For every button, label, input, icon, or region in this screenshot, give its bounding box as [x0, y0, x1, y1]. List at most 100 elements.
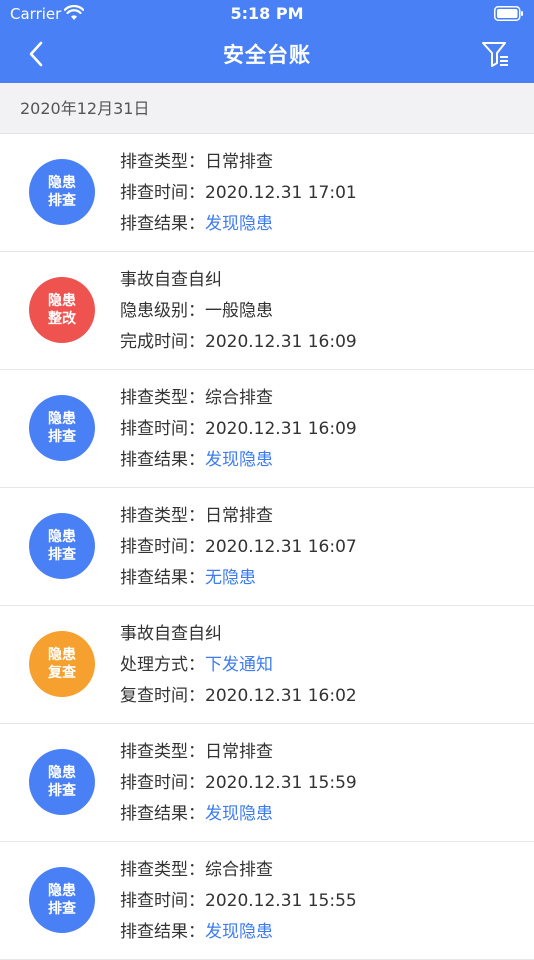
- record-type-badge: 隐患 排查: [29, 395, 95, 461]
- record-details: 事故自查自纠 处理方式：下发通知 复查时间：2020.12.31 16:02: [120, 619, 357, 712]
- list-item[interactable]: 隐患 排查 排查类型：综合排查 排查时间：2020.12.31 16:09 排查结果：发…: [0, 370, 534, 488]
- badge-text: 排查: [48, 901, 76, 917]
- list-item[interactable]: 隐患 排查 排查类型：日常排查 排查时间：2020.12.31 15:59 排查结果：发…: [0, 724, 534, 842]
- field-value: 2020.12.31 16:02: [205, 686, 357, 706]
- badge-text: 隐患: [48, 529, 76, 545]
- field-label: 处理方式：: [120, 655, 205, 675]
- field-label: 排查时间：: [120, 773, 205, 793]
- record-details: 排查类型：综合排查 排查时间：2020.12.31 16:09 排查结果：发现隐患: [120, 383, 357, 476]
- field-label: 排查类型：: [120, 506, 205, 526]
- field-label: 排查类型：: [120, 388, 205, 408]
- badge-text: 隐患: [48, 293, 76, 309]
- field-value: 综合排查: [205, 388, 273, 408]
- record-line: 排查结果：发现隐患: [120, 445, 357, 476]
- field-value: 发现隐患: [205, 214, 273, 234]
- record-details: 排查类型：日常排查 排查时间：2020.12.31 16:07 排查结果：无隐患: [120, 501, 357, 594]
- field-label: 隐患级别：: [120, 301, 205, 321]
- record-line: 排查结果：发现隐患: [120, 917, 357, 948]
- record-details: 排查类型：日常排查 排查时间：2020.12.31 17:01 排查结果：发现隐患: [120, 147, 357, 240]
- battery-icon: [494, 6, 523, 21]
- badge-text: 隐患: [48, 175, 76, 191]
- field-value: 无隐患: [205, 568, 256, 588]
- page-title: 安全台账: [223, 43, 311, 67]
- badge-text: 隐患: [48, 411, 76, 427]
- record-line: 排查结果：发现隐患: [120, 209, 357, 240]
- record-line: 事故自查自纠: [120, 265, 357, 296]
- field-value: 发现隐患: [205, 804, 273, 824]
- record-line: 隐患级别：一般隐患: [120, 296, 357, 327]
- badge-text: 隐患: [48, 883, 76, 899]
- badge-text: 隐患: [48, 765, 76, 781]
- list-item[interactable]: 隐患 整改 事故自查自纠 隐患级别：一般隐患 完成时间：2020.12.31 16:09: [0, 252, 534, 370]
- field-value: 2020.12.31 16:07: [205, 537, 357, 557]
- field-value: 日常排查: [205, 152, 273, 172]
- record-line: 排查时间：2020.12.31 16:09: [120, 414, 357, 445]
- field-label: 排查结果：: [120, 922, 205, 942]
- record-line: 排查结果：无隐患: [120, 563, 357, 594]
- field-label: 排查结果：: [120, 804, 205, 824]
- field-value: 日常排查: [205, 506, 273, 526]
- record-details: 事故自查自纠 隐患级别：一般隐患 完成时间：2020.12.31 16:09: [120, 265, 357, 358]
- field-value: 2020.12.31 16:09: [205, 332, 357, 352]
- record-line: 排查类型：综合排查: [120, 383, 357, 414]
- list-item[interactable]: 隐患 复查 事故自查自纠 处理方式：下发通知 复查时间：2020.12.31 16:02: [0, 606, 534, 724]
- record-type-badge: 隐患 复查: [29, 631, 95, 697]
- field-value: 发现隐患: [205, 450, 273, 470]
- record-type-badge: 隐患 整改: [29, 277, 95, 343]
- field-label: 排查时间：: [120, 891, 205, 911]
- field-value: 综合排查: [205, 860, 273, 880]
- list-item[interactable]: 隐患 排查 排查类型：日常排查 排查时间：2020.12.31 16:07 排查结果：无…: [0, 488, 534, 606]
- field-value: 发现隐患: [205, 922, 273, 942]
- field-value: 下发通知: [205, 655, 273, 675]
- field-value: 日常排查: [205, 742, 273, 762]
- badge-text: 排查: [48, 429, 76, 445]
- record-type-badge: 隐患 排查: [29, 513, 95, 579]
- record-line: 事故自查自纠: [120, 619, 357, 650]
- record-line: 排查类型：日常排查: [120, 147, 357, 178]
- field-value: 事故自查自纠: [120, 624, 222, 644]
- list-item[interactable]: 隐患 排查 排查类型：综合排查 排查时间：2020.12.31 15:55 排查结果：发…: [0, 842, 534, 960]
- record-line: 排查时间：2020.12.31 15:59: [120, 768, 357, 799]
- field-label: 排查结果：: [120, 450, 205, 470]
- field-label: 复查时间：: [120, 686, 205, 706]
- field-label: 排查类型：: [120, 152, 205, 172]
- record-line: 排查类型：日常排查: [120, 737, 357, 768]
- field-label: 排查时间：: [120, 183, 205, 203]
- list-item[interactable]: 隐患 排查 排查类型：日常排查 排查时间：2020.12.31 17:01 排查结果：发…: [0, 134, 534, 252]
- record-type-badge: 隐患 排查: [29, 867, 95, 933]
- record-details: 排查类型：综合排查 排查时间：2020.12.31 15:55 排查结果：发现隐患: [120, 855, 357, 948]
- field-value: 2020.12.31 15:55: [205, 891, 357, 911]
- record-line: 排查类型：综合排查: [120, 855, 357, 886]
- field-value: 2020.12.31 16:09: [205, 419, 357, 439]
- badge-text: 整改: [48, 311, 76, 327]
- badge-text: 排查: [48, 547, 76, 563]
- record-line: 排查结果：发现隐患: [120, 799, 357, 830]
- record-type-badge: 隐患 排查: [29, 159, 95, 225]
- record-line: 完成时间：2020.12.31 16:09: [120, 327, 357, 358]
- record-line: 排查时间：2020.12.31 17:01: [120, 178, 357, 209]
- field-value: 2020.12.31 15:59: [205, 773, 357, 793]
- filter-icon[interactable]: [480, 39, 510, 69]
- record-details: 排查类型：日常排查 排查时间：2020.12.31 15:59 排查结果：发现隐患: [120, 737, 357, 830]
- field-label: 排查时间：: [120, 537, 205, 557]
- field-label: 排查结果：: [120, 214, 205, 234]
- field-label: 排查时间：: [120, 419, 205, 439]
- record-line: 排查时间：2020.12.31 15:55: [120, 886, 357, 917]
- field-label: 完成时间：: [120, 332, 205, 352]
- status-time: 5:18 PM: [230, 4, 304, 23]
- badge-text: 排查: [48, 193, 76, 209]
- field-label: 排查类型：: [120, 742, 205, 762]
- record-list: 隐患 排查 排查类型：日常排查 排查时间：2020.12.31 17:01 排查结果：发…: [0, 134, 534, 960]
- field-label: 排查类型：: [120, 860, 205, 880]
- field-label: 排查结果：: [120, 568, 205, 588]
- record-line: 排查时间：2020.12.31 16:07: [120, 532, 357, 563]
- app-header: Carrier 5:18 PM 安全台账: [0, 0, 534, 83]
- record-line: 复查时间：2020.12.31 16:02: [120, 681, 357, 712]
- record-line: 处理方式：下发通知: [120, 650, 357, 681]
- section-date-header: 2020年12月31日: [0, 83, 534, 134]
- badge-text: 复查: [48, 665, 76, 681]
- badge-text: 隐患: [48, 647, 76, 663]
- nav-bar: 安全台账: [0, 28, 534, 83]
- record-type-badge: 隐患 排查: [29, 749, 95, 815]
- field-value: 一般隐患: [205, 301, 273, 321]
